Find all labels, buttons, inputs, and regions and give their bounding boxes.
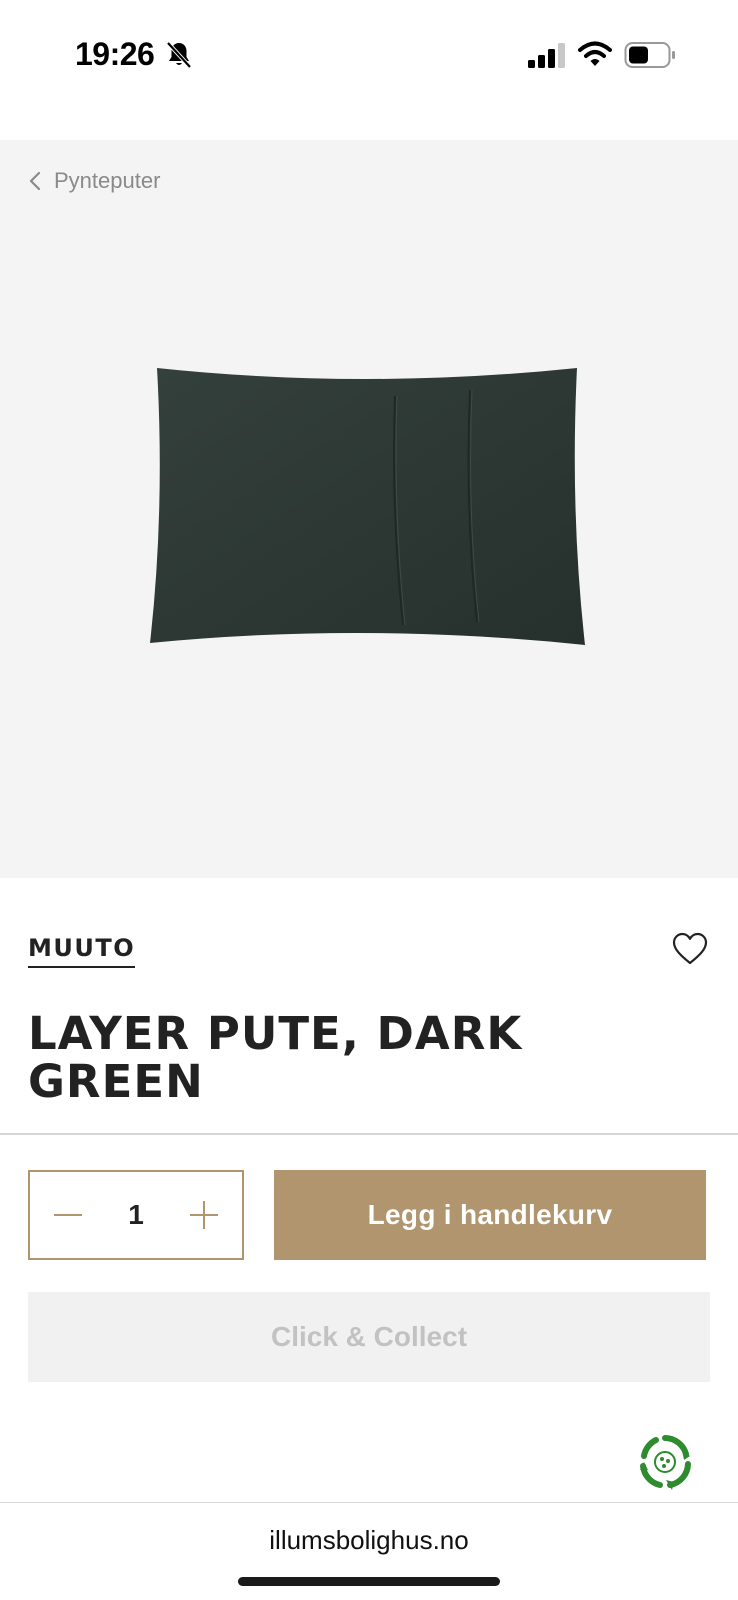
- plus-icon: [189, 1201, 218, 1229]
- heart-icon[interactable]: [672, 932, 708, 966]
- status-time: 19:26: [75, 36, 155, 72]
- chevron-left-icon: [29, 171, 41, 191]
- home-indicator[interactable]: [238, 1577, 500, 1586]
- product-title: LAYER PUTE, DARK GREEN: [28, 1007, 523, 1108]
- minus-icon: [54, 1214, 82, 1216]
- divider: [0, 1133, 738, 1135]
- cushion-image[interactable]: [145, 360, 590, 650]
- add-to-cart-button[interactable]: Legg i handlekurv: [274, 1170, 706, 1260]
- decrease-quantity-button[interactable]: [52, 1199, 84, 1231]
- wifi-icon: [578, 41, 612, 66]
- browser-address-bar: illumsbolighus.no: [0, 1502, 738, 1600]
- status-bar: 19:26: [0, 0, 738, 110]
- brand-link[interactable]: MUUTO: [28, 934, 136, 968]
- eco-recycle-icon[interactable]: [638, 1434, 692, 1490]
- url-text[interactable]: illumsbolighus.no: [0, 1525, 738, 1556]
- product-image-area: Pynteputer: [0, 140, 738, 878]
- battery-icon: [624, 42, 675, 68]
- bell-muted-icon: [166, 41, 192, 69]
- cellular-signal-icon: [528, 43, 565, 68]
- quantity-value: 1: [128, 1199, 144, 1230]
- quantity-stepper: 1: [28, 1170, 244, 1260]
- breadcrumb-back-link[interactable]: Pynteputer: [28, 168, 160, 194]
- breadcrumb-label: Pynteputer: [54, 168, 161, 193]
- increase-quantity-button[interactable]: [188, 1199, 220, 1231]
- click-and-collect-button[interactable]: Click & Collect: [28, 1292, 710, 1382]
